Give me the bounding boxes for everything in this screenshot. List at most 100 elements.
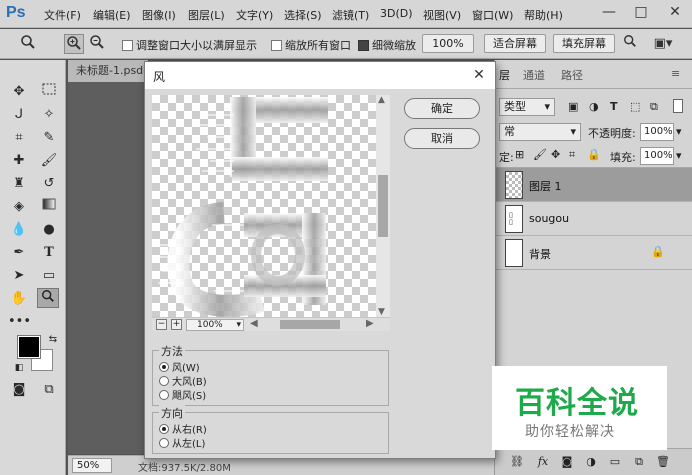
tab-layers[interactable]: 层 (499, 67, 510, 83)
scroll-up-icon[interactable]: ▲ (378, 95, 385, 105)
clone-stamp-tool-icon[interactable]: ♜ (8, 174, 30, 194)
path-selection-tool-icon[interactable]: ➤ (8, 266, 30, 286)
restore-button[interactable]: □ (626, 0, 656, 26)
layer-row-background[interactable]: 背景 🔒 (495, 236, 692, 270)
filter-adjustment-icon[interactable]: ◑ (589, 100, 599, 113)
menu-file[interactable]: 文件(F) (44, 7, 81, 23)
menu-window[interactable]: 窗口(W) (472, 7, 513, 23)
zoom-percent-button[interactable]: 100% (422, 34, 474, 53)
workspace-switcher-icon[interactable]: ▣▾ (648, 34, 678, 54)
zoom-in-icon[interactable] (64, 34, 84, 54)
panel-menu-icon[interactable]: ≡ (671, 67, 680, 80)
add-mask-icon[interactable]: ◙ (559, 454, 575, 470)
marquee-tool-icon[interactable] (38, 82, 60, 102)
lock-position-icon[interactable]: ✥ (551, 148, 560, 161)
blend-mode-select[interactable]: 常 ▾ (499, 123, 581, 141)
foreground-color-swatch[interactable] (17, 335, 41, 359)
link-layers-icon[interactable]: ⛓ (509, 454, 525, 470)
eyedropper-tool-icon[interactable]: ✎ (38, 128, 60, 148)
direction-right-radio[interactable]: 从右(R) (159, 421, 207, 436)
method-stagger-radio[interactable]: 飓风(S) (159, 387, 206, 402)
preview-vertical-scrollbar[interactable]: ▲ ▼ (376, 95, 390, 317)
zoom-level-field[interactable]: 50% (72, 458, 112, 473)
chevron-down-icon[interactable]: ▾ (676, 149, 682, 162)
scroll-right-icon[interactable]: ▶ (366, 318, 374, 329)
zoom-in-preview-button[interactable]: + (171, 319, 182, 330)
close-window-button[interactable]: ✕ (660, 0, 690, 26)
scroll-left-icon[interactable]: ◀ (250, 318, 258, 329)
hand-tool-icon[interactable]: ✋ (8, 289, 30, 309)
menu-type[interactable]: 文字(Y) (236, 7, 273, 23)
dodge-tool-icon[interactable]: ● (38, 220, 60, 240)
close-icon[interactable]: ✕ (469, 65, 489, 85)
blur-tool-icon[interactable]: 💧 (8, 220, 30, 240)
tab-paths[interactable]: 路径 (561, 67, 583, 83)
layer-style-icon[interactable]: fx (535, 454, 551, 470)
menu-select[interactable]: 选择(S) (284, 7, 322, 23)
cancel-button[interactable]: 取消 (404, 128, 480, 149)
opacity-field[interactable]: 100% (640, 123, 674, 141)
layer-row-layer1[interactable]: 图层 1 (495, 168, 692, 202)
ok-button[interactable]: 确定 (404, 98, 480, 119)
chevron-down-icon[interactable]: ▾ (676, 125, 682, 138)
filter-smart-object-icon[interactable]: ⧉ (650, 100, 658, 114)
zoom-tool-preset-icon[interactable] (18, 34, 38, 54)
new-layer-icon[interactable]: ⧉ (631, 454, 647, 470)
fit-screen-button[interactable]: 适合屏幕 (484, 34, 546, 53)
zoom-tool-icon[interactable] (37, 288, 59, 308)
lock-all-icon[interactable]: 🔒 (587, 148, 601, 161)
menu-layer[interactable]: 图层(L) (188, 7, 225, 23)
scroll-down-icon[interactable]: ▼ (378, 307, 385, 317)
zoom-out-preview-button[interactable]: − (156, 319, 167, 330)
filter-preview[interactable] (152, 95, 376, 317)
move-tool-icon[interactable]: ✥ (8, 82, 30, 102)
document-info[interactable]: 文档:937.5K/2.80M (138, 459, 231, 474)
screen-mode-icon[interactable]: ⧉ (38, 380, 60, 400)
zoom-all-windows-checkbox[interactable]: 缩放所有窗口 (271, 37, 351, 53)
search-icon[interactable] (620, 34, 640, 54)
history-brush-tool-icon[interactable]: ↺ (38, 174, 60, 194)
lock-transparent-icon[interactable]: ⊞ (515, 148, 524, 161)
minimize-button[interactable]: — (594, 0, 624, 26)
menu-view[interactable]: 视图(V) (423, 7, 461, 23)
layer-row-sougou[interactable]: ▯ ▯ sougou (495, 202, 692, 236)
document-tab[interactable]: 未标题-1.psd (68, 60, 148, 82)
magic-wand-tool-icon[interactable]: ✧ (38, 105, 60, 125)
direction-left-radio[interactable]: 从左(L) (159, 435, 205, 450)
method-blast-radio[interactable]: 大风(B) (159, 373, 207, 388)
adjustment-layer-icon[interactable]: ◑ (583, 454, 599, 470)
filter-toggle-icon[interactable] (673, 99, 683, 113)
fill-screen-button[interactable]: 填充屏幕 (553, 34, 615, 53)
lock-paint-icon[interactable]: 🖌 (533, 148, 547, 161)
tab-channels[interactable]: 通道 (523, 67, 545, 83)
healing-brush-tool-icon[interactable]: ✚ (8, 151, 30, 171)
preview-zoom-field[interactable]: 100% ▾ (186, 319, 244, 331)
delete-layer-icon[interactable]: 🗑 (655, 454, 671, 470)
menu-3d[interactable]: 3D(D) (380, 7, 413, 20)
lasso-tool-icon[interactable]: ᒍ (8, 105, 30, 125)
quick-mask-icon[interactable]: ◙ (8, 380, 30, 400)
fill-field[interactable]: 100% (640, 147, 674, 165)
scrubby-zoom-checkbox[interactable]: 细微缩放 (358, 37, 416, 53)
menu-filter[interactable]: 滤镜(T) (332, 7, 369, 23)
method-wind-radio[interactable]: 风(W) (159, 359, 200, 374)
brush-tool-icon[interactable]: 🖌 (38, 151, 60, 171)
filter-shape-icon[interactable]: ⬚ (630, 100, 640, 113)
pen-tool-icon[interactable]: ✒ (8, 243, 30, 263)
swap-colors-icon[interactable]: ⇆ (42, 330, 64, 350)
menu-edit[interactable]: 编辑(E) (93, 7, 131, 23)
filter-kind-select[interactable]: 类型 ▾ (499, 98, 555, 116)
scrollbar-thumb[interactable] (378, 175, 388, 237)
menu-image[interactable]: 图像(I) (142, 7, 176, 23)
more-tools-icon[interactable]: ••• (8, 312, 31, 332)
scrollbar-thumb[interactable] (280, 320, 340, 329)
crop-tool-icon[interactable]: ⌗ (8, 128, 30, 148)
default-colors-icon[interactable]: ◧ (8, 358, 30, 378)
zoom-out-icon[interactable] (87, 34, 107, 54)
type-tool-icon[interactable]: T (38, 243, 60, 263)
filter-pixel-icon[interactable]: ▣ (568, 100, 578, 113)
eraser-tool-icon[interactable]: ◈ (8, 197, 30, 217)
lock-artboard-icon[interactable]: ⌗ (569, 148, 575, 162)
gradient-tool-icon[interactable] (38, 197, 60, 217)
filter-type-icon[interactable]: T (610, 100, 618, 113)
